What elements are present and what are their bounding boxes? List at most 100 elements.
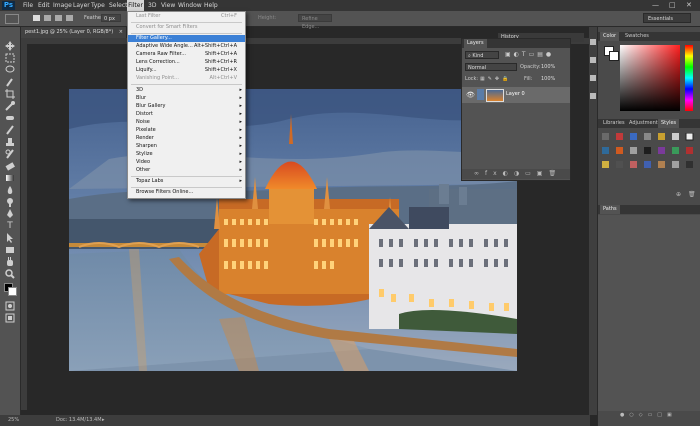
paragraph-panel-icon[interactable]: [590, 93, 596, 99]
maximize-icon[interactable]: □: [669, 0, 676, 11]
menu-item-convert-smart-filters[interactable]: Convert for Smart Filters: [128, 24, 245, 31]
layer-filter-icons[interactable]: ▣◐T▭▤●: [505, 51, 565, 59]
refine-edge-button[interactable]: Refine Edge...: [298, 14, 332, 30]
blur-tool-icon[interactable]: [5, 185, 15, 195]
feather-input[interactable]: 0 px: [101, 14, 121, 22]
hue-slider[interactable]: [685, 45, 693, 111]
properties-panel-icon[interactable]: [590, 57, 596, 63]
document-close-icon[interactable]: ×: [119, 27, 123, 38]
menu-item-pixelate[interactable]: Pixelate ▸: [128, 127, 245, 134]
layer-name[interactable]: Layer 0: [506, 91, 525, 97]
menu-item-filter-gallery[interactable]: Filter Gallery...: [128, 35, 245, 42]
opacity-input[interactable]: 100%: [541, 63, 559, 71]
eyedropper-tool-icon[interactable]: [5, 101, 15, 111]
zoom-level[interactable]: 25%: [8, 415, 19, 426]
paths-panel-footer-icons[interactable]: ●○◇▭□▣: [620, 412, 700, 420]
brush-tool-icon[interactable]: [5, 125, 15, 135]
move-tool-icon[interactable]: [5, 41, 15, 51]
menu-window[interactable]: Window: [178, 0, 202, 11]
menu-item-distort[interactable]: Distort ▸: [128, 111, 245, 118]
menu-3d[interactable]: 3D: [148, 0, 156, 11]
quick-mask-icon[interactable]: [5, 301, 15, 311]
lock-icons[interactable]: ▦✎✥🔒: [480, 75, 511, 83]
menu-type[interactable]: Type: [91, 0, 105, 11]
menu-image[interactable]: Image: [53, 0, 72, 11]
lasso-tool-icon[interactable]: [5, 65, 15, 75]
layers-panel-footer[interactable]: ∞fx◐◑▭▣🗑: [462, 169, 570, 179]
menu-item-topaz-labs[interactable]: Topaz Labs ▸: [128, 178, 245, 185]
new-selection-icon[interactable]: [33, 15, 40, 21]
tab-styles[interactable]: Styles: [658, 119, 680, 128]
menu-item-vanishing-point[interactable]: Vanishing Point... Alt+Ctrl+V: [128, 75, 245, 82]
menu-item-sharpen[interactable]: Sharpen ▸: [128, 143, 245, 150]
delete-style-icon[interactable]: 🗑: [688, 191, 696, 198]
gradient-tool-icon[interactable]: [5, 173, 15, 183]
crop-tool-icon[interactable]: [5, 89, 15, 99]
blend-mode-select[interactable]: Normal: [465, 63, 517, 71]
marquee-tool-icon[interactable]: [5, 53, 15, 63]
menu-item-lens-correction[interactable]: Lens Correction... Shift+Ctrl+R: [128, 59, 245, 66]
close-icon[interactable]: ✕: [686, 0, 692, 11]
eraser-tool-icon[interactable]: [5, 161, 15, 171]
hand-tool-icon[interactable]: [5, 257, 15, 267]
dodge-tool-icon[interactable]: [5, 197, 15, 207]
character-panel-icon[interactable]: [590, 75, 596, 81]
menu-item-browse-filters-online[interactable]: Browse Filters Online...: [128, 189, 245, 196]
search-icon: ⌕: [468, 53, 471, 59]
menu-help[interactable]: Help: [204, 0, 218, 11]
history-panel-icon[interactable]: [590, 39, 596, 45]
path-selection-tool-icon[interactable]: [5, 233, 15, 243]
menu-item-3d[interactable]: 3D ▸: [128, 87, 245, 94]
new-style-icon[interactable]: ⊕: [676, 191, 681, 198]
add-to-selection-icon[interactable]: [44, 15, 51, 21]
tab-paths[interactable]: Paths: [600, 205, 620, 214]
subtract-selection-icon[interactable]: [55, 15, 62, 21]
menu-view[interactable]: View: [161, 0, 175, 11]
menu-edit[interactable]: Edit: [38, 0, 50, 11]
menu-item-render[interactable]: Render ▸: [128, 135, 245, 142]
intersect-selection-icon[interactable]: [66, 15, 73, 21]
tab-layers[interactable]: Layers: [464, 39, 487, 48]
menu-item-camera-raw-filter[interactable]: Camera Raw Filter... Shift+Ctrl+A: [128, 51, 245, 58]
layer-row[interactable]: 👁 Layer 0: [462, 87, 570, 103]
menu-item-last-filter[interactable]: Last Filter Ctrl+F: [128, 13, 245, 20]
screen-mode-icon[interactable]: [5, 313, 15, 323]
workspace-switcher[interactable]: Essentials: [643, 13, 691, 23]
tab-libraries[interactable]: Libraries: [600, 119, 628, 128]
menu-item-stylize[interactable]: Stylize ▸: [128, 151, 245, 158]
zoom-tool-icon[interactable]: [5, 269, 15, 279]
menu-item-video[interactable]: Video ▸: [128, 159, 245, 166]
status-arrow-icon[interactable]: ▸: [102, 415, 105, 426]
menu-layer[interactable]: Layer: [73, 0, 90, 11]
clone-stamp-tool-icon[interactable]: [5, 137, 15, 147]
type-tool-icon[interactable]: T: [5, 221, 15, 231]
menu-item-blur[interactable]: Blur ▸: [128, 95, 245, 102]
menu-item-noise[interactable]: Noise ▸: [128, 119, 245, 126]
tab-color[interactable]: Color: [600, 32, 620, 41]
lock-label: Lock:: [465, 76, 479, 82]
menu-item-adaptive-wide-angle[interactable]: Adaptive Wide Angle... Alt+Shift+Ctrl+A: [128, 43, 245, 50]
history-brush-tool-icon[interactable]: [5, 149, 15, 159]
layer-thumbnail: [486, 89, 504, 102]
visibility-eye-icon[interactable]: 👁: [466, 91, 475, 99]
rectangle-tool-icon[interactable]: [5, 245, 15, 255]
background-color-swatch[interactable]: [8, 287, 17, 296]
healing-brush-tool-icon[interactable]: [5, 113, 15, 123]
pen-tool-icon[interactable]: [5, 209, 15, 219]
menu-item-other[interactable]: Other ▸: [128, 167, 245, 174]
menu-select[interactable]: Select: [109, 0, 128, 11]
quick-selection-tool-icon[interactable]: [5, 77, 15, 87]
minimize-icon[interactable]: —: [652, 0, 659, 11]
menu-file[interactable]: File: [23, 0, 33, 11]
menu-item-liquify[interactable]: Liquify... Shift+Ctrl+X: [128, 67, 245, 74]
marquee-tool-preset-icon[interactable]: [5, 14, 19, 24]
tab-swatches[interactable]: Swatches: [622, 32, 652, 41]
document-tab[interactable]: pest1.jpg @ 25% (Layer 0, RGB/8*) ×: [21, 27, 126, 38]
fill-input[interactable]: 100%: [541, 75, 555, 83]
toolbox: T: [0, 27, 21, 416]
menu-filter[interactable]: Filter: [127, 0, 144, 11]
color-field[interactable]: [620, 45, 680, 111]
menu-item-blur-gallery[interactable]: Blur Gallery ▸: [128, 103, 245, 110]
background-color-chip[interactable]: [609, 51, 619, 61]
layer-filter-kind[interactable]: ⌕ Kind: [465, 51, 499, 59]
